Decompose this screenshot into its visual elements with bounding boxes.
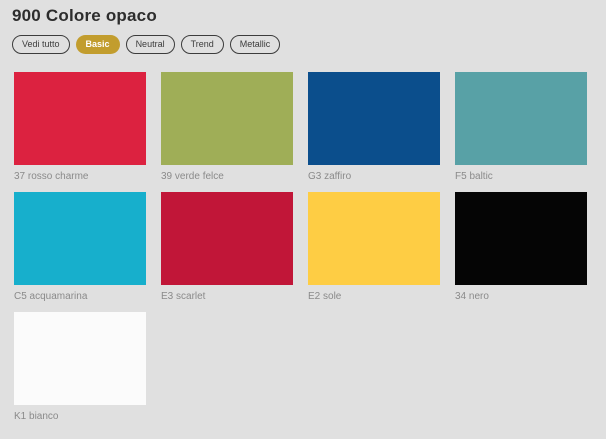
color-swatch-label: 39 verde felce bbox=[161, 170, 293, 183]
color-swatch-label: 34 nero bbox=[455, 290, 587, 303]
filter-chip-neutral[interactable]: Neutral bbox=[126, 35, 175, 54]
page-title: 900 Colore opaco bbox=[12, 6, 606, 26]
color-swatch-cell-e3: E3 scarlet bbox=[161, 192, 293, 303]
color-swatch-cell-f5: F5 baltic bbox=[455, 72, 587, 183]
color-swatch-label: F5 baltic bbox=[455, 170, 587, 183]
color-swatch-cell-39: 39 verde felce bbox=[161, 72, 293, 183]
color-swatch-cell-37: 37 rosso charme bbox=[14, 72, 146, 183]
color-swatch-34-nero[interactable] bbox=[455, 192, 587, 285]
color-swatch-c5-acquamarina[interactable] bbox=[14, 192, 146, 285]
filter-chip-basic[interactable]: Basic bbox=[76, 35, 120, 54]
filter-chip-row: Vedi tutto Basic Neutral Trend Metallic bbox=[12, 35, 606, 54]
color-swatch-label: K1 bianco bbox=[14, 410, 146, 423]
color-swatch-cell-34: 34 nero bbox=[455, 192, 587, 303]
color-swatch-39-verde-felce[interactable] bbox=[161, 72, 293, 165]
color-swatch-k1-bianco[interactable] bbox=[14, 312, 146, 405]
color-swatch-cell-c5: C5 acquamarina bbox=[14, 192, 146, 303]
color-swatch-e3-scarlet[interactable] bbox=[161, 192, 293, 285]
color-swatch-label: E2 sole bbox=[308, 290, 440, 303]
color-swatch-label: 37 rosso charme bbox=[14, 170, 146, 183]
color-swatch-grid: 37 rosso charme 39 verde felce G3 zaffiro F… bbox=[14, 72, 593, 423]
color-swatch-e2-sole[interactable] bbox=[308, 192, 440, 285]
filter-chip-vedi-tutto[interactable]: Vedi tutto bbox=[12, 35, 70, 54]
color-swatch-label: E3 scarlet bbox=[161, 290, 293, 303]
color-swatch-label: C5 acquamarina bbox=[14, 290, 146, 303]
color-swatch-cell-k1: K1 bianco bbox=[14, 312, 146, 423]
color-swatch-f5-baltic[interactable] bbox=[455, 72, 587, 165]
color-swatch-37-rosso-charme[interactable] bbox=[14, 72, 146, 165]
filter-chip-trend[interactable]: Trend bbox=[181, 35, 224, 54]
color-swatch-cell-e2: E2 sole bbox=[308, 192, 440, 303]
color-swatch-label: G3 zaffiro bbox=[308, 170, 440, 183]
color-swatch-g3-zaffiro[interactable] bbox=[308, 72, 440, 165]
filter-chip-metallic[interactable]: Metallic bbox=[230, 35, 281, 54]
color-picker-panel: { "page": { "title": "900 Colore opaco",… bbox=[0, 6, 606, 439]
color-swatch-cell-g3: G3 zaffiro bbox=[308, 72, 440, 183]
